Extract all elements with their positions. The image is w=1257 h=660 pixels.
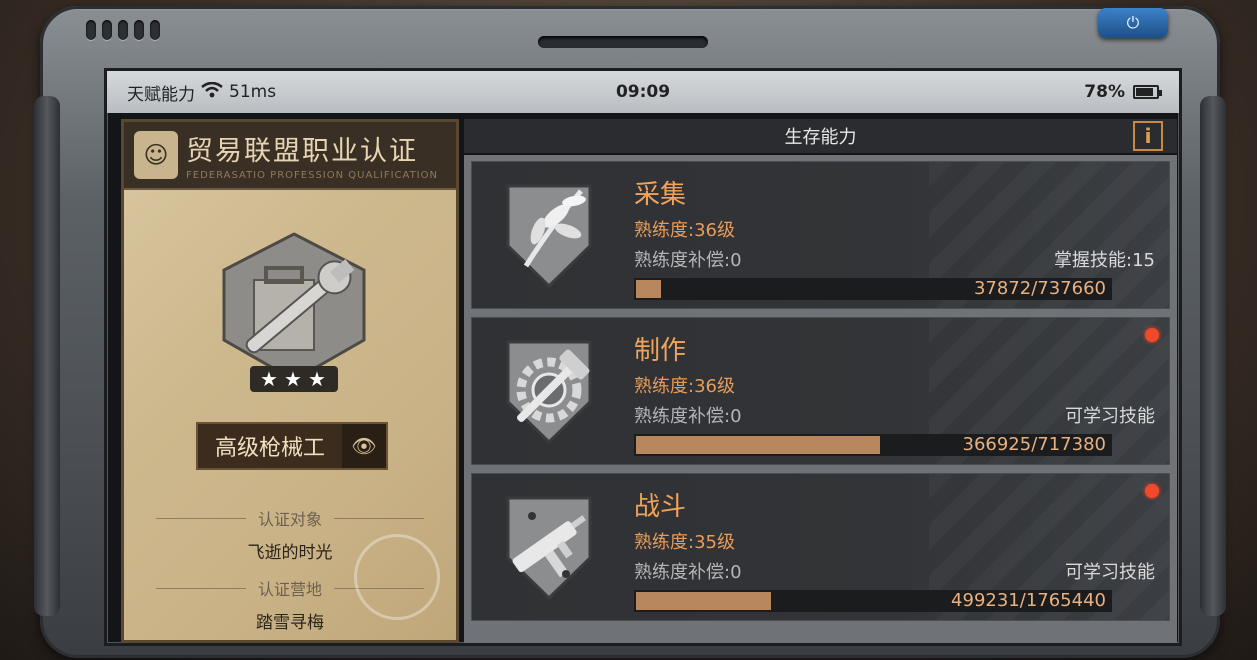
skill-progress-text: 37872/737660 (973, 278, 1106, 299)
status-label: 天赋能力 (127, 84, 195, 105)
rank-label: 高级枪械工 (214, 436, 325, 461)
ping-value: 51ms (229, 82, 277, 102)
certificate-header: ☺ 贸易联盟职业认证 FEDERASATIO PROFESSION QUALIF… (124, 122, 456, 190)
skill-learnable: 可学习技能 (1065, 406, 1155, 427)
wifi-icon (201, 81, 223, 103)
eye-icon[interactable]: 👁 (342, 424, 386, 468)
skill-level: 熟练度:36级 (634, 376, 735, 397)
skill-progress-bar: 366925/717380 (634, 434, 1112, 456)
certificate-title: 贸易联盟职业认证 (186, 136, 418, 167)
skill-list: 采集 熟练度:36级 熟练度补偿:0 掌握技能:15 37872/737660 (464, 155, 1177, 643)
skill-progress-bar: 37872/737660 (634, 278, 1112, 300)
skill-learnable: 可学习技能 (1065, 562, 1155, 583)
battery-percent: 78% (1084, 82, 1125, 102)
target-label: 认证对象 (124, 506, 456, 530)
star-1: ★ (260, 367, 278, 391)
skill-progress-fill (636, 592, 772, 610)
skill-progress-fill (636, 280, 661, 298)
skill-compensation: 熟练度补偿:0 (634, 250, 742, 271)
skill-compensation: 熟练度补偿:0 (634, 562, 742, 583)
gear-hammer-icon (496, 332, 602, 450)
power-button[interactable]: ⏻ (1098, 8, 1168, 38)
battery-icon (1133, 85, 1162, 99)
screen: 天赋能力 51ms 09:09 78% ☺ 贸易联盟职业认证 FEDERASAT… (104, 68, 1182, 646)
certificate-subtitle: FEDERASATIO PROFESSION QUALIFICATION (186, 170, 438, 181)
skill-mastered: 掌握技能:15 (1054, 250, 1155, 271)
status-bar: 天赋能力 51ms 09:09 78% (107, 71, 1179, 113)
gunsmith-badge-icon: ★ ★ ★ (214, 230, 374, 400)
skill-card-gathering[interactable]: 采集 熟练度:36级 熟练度补偿:0 掌握技能:15 37872/737660 (471, 161, 1170, 309)
star-2: ★ (284, 367, 302, 391)
skill-level: 熟练度:36级 (634, 220, 735, 241)
alert-dot (1145, 328, 1159, 342)
tablet-device-frame: ⏻ 天赋能力 51ms 09:09 78% ☺ 贸易联盟职业认证 FEDERAS… (34, 6, 1226, 658)
skill-name: 制作 (634, 336, 687, 366)
skill-name: 采集 (634, 180, 687, 210)
mascot-emblem-icon: ☺ (134, 131, 178, 179)
skill-progress-bar: 499231/1765440 (634, 590, 1112, 612)
skill-progress-text: 499231/1765440 (951, 590, 1106, 611)
left-grip (34, 96, 60, 616)
smg-icon (496, 488, 602, 606)
profession-certificate: ☺ 贸易联盟职业认证 FEDERASATIO PROFESSION QUALIF… (121, 119, 459, 643)
skill-progress-text: 366925/717380 (962, 434, 1107, 455)
info-button[interactable]: i (1133, 121, 1163, 151)
panel-header: 生存能力 i (464, 119, 1177, 153)
skill-level: 熟练度:35级 (634, 532, 735, 553)
skill-card-crafting[interactable]: 制作 熟练度:36级 熟练度补偿:0 可学习技能 366925/717380 (471, 317, 1170, 465)
alert-dot (1145, 484, 1159, 498)
leaves-shield-icon (496, 176, 602, 294)
rank-plate: 高级枪械工 👁 (196, 422, 388, 470)
panel-title: 生存能力 (784, 127, 857, 148)
star-3: ★ (308, 367, 326, 391)
skill-card-combat[interactable]: 战斗 熟练度:35级 熟练度补偿:0 可学习技能 499231/1765440 (471, 473, 1170, 621)
power-icon: ⏻ (1126, 13, 1140, 32)
skill-progress-fill (636, 436, 881, 454)
speaker-vent (86, 20, 160, 40)
skill-name: 战斗 (634, 492, 687, 522)
right-grip (1200, 96, 1226, 616)
skill-compensation: 熟练度补偿:0 (634, 406, 742, 427)
certificate-seal (354, 534, 440, 620)
top-slot (538, 36, 708, 48)
